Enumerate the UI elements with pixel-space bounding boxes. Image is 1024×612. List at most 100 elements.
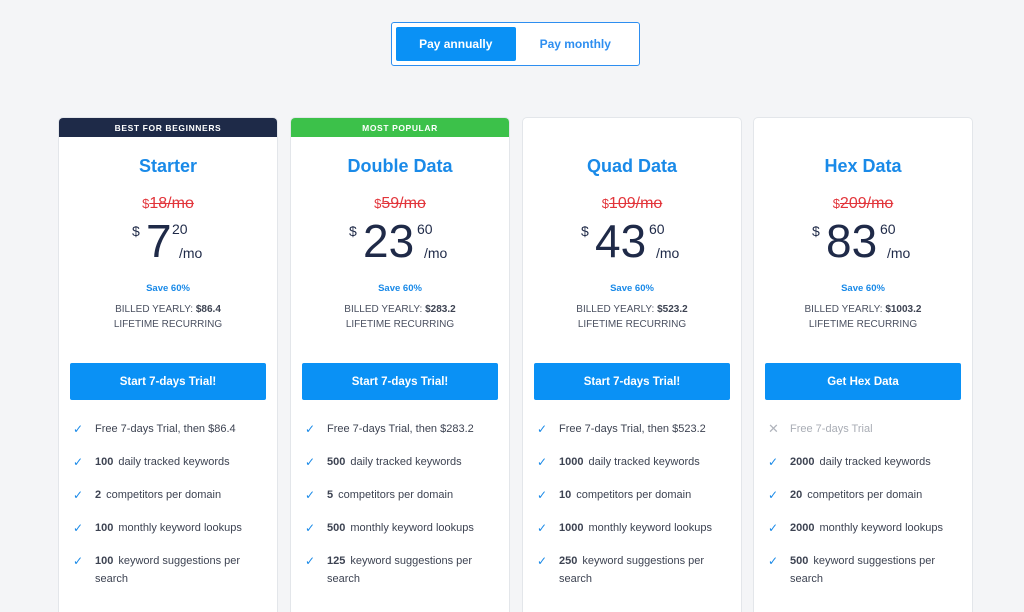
feature-text: 100 daily tracked keywords [95, 456, 230, 468]
feature-number: 500 [790, 555, 809, 567]
plan-name: Starter [138, 156, 198, 176]
feature-item: ✓ Free 7-days Trial, then $283.2 [305, 420, 499, 453]
feature-number: 100 [95, 555, 114, 567]
current-price: $ 43 60 /mo [523, 215, 741, 277]
feature-text: 500 daily tracked keywords [327, 456, 462, 468]
feature-item: ✓ Free 7-days Trial, then $523.2 [537, 420, 731, 453]
cross-icon: ✕ [768, 421, 779, 436]
billed-amount: $86.4 [195, 304, 221, 315]
old-price: $18/mo [59, 195, 277, 213]
billed-amount: $523.2 [657, 304, 688, 315]
check-icon: ✓ [768, 521, 779, 535]
price-currency: $ [581, 223, 589, 239]
old-price-currency: $ [601, 196, 609, 211]
feature-item: ✓ 2 competitors per domain [73, 486, 267, 519]
feature-text: 2000 daily tracked keywords [790, 456, 931, 468]
feature-number: 250 [559, 555, 578, 567]
plan-ribbon [523, 118, 741, 137]
feature-item: ✓ 20 competitors per domain [768, 486, 962, 519]
feature-list: ✓ Free 7-days Trial, then $283.2 ✓ 500 daily… [291, 420, 509, 585]
price-whole: 83 [826, 215, 878, 267]
check-icon: ✓ [537, 521, 548, 535]
recurring-label: LIFETIME RECURRING [345, 319, 455, 330]
current-price: $ 23 60 /mo [291, 215, 509, 277]
pay-monthly-button[interactable]: Pay monthly [516, 27, 636, 61]
feature-item: ✓ 500 daily tracked keywords [305, 453, 499, 486]
plan-name: Hex Data [824, 156, 902, 176]
feature-list: ✕ Free 7-days Trial ✓ 2000 daily tracked key… [754, 420, 972, 585]
feature-number: 2000 [790, 522, 815, 534]
check-icon: ✓ [305, 422, 316, 436]
feature-text: 20 competitors per domain [790, 489, 923, 501]
plan-cta-button[interactable]: Start 7-days Trial! [302, 363, 498, 400]
feature-text: 1000 daily tracked keywords [559, 456, 700, 468]
save-badge: Save 60% [841, 283, 885, 294]
billed-label: BILLED YEARLY: [576, 304, 655, 315]
current-price: $ 7 20 /mo [59, 215, 277, 277]
save-badge: Save 60% [610, 283, 654, 294]
price-cents: 20 [172, 221, 188, 237]
price-period: /mo [887, 245, 911, 261]
billing-info: BILLED YEARLY: $523.2 LIFETIME RECURRING [523, 302, 741, 332]
price-whole: 23 [363, 215, 415, 267]
check-icon: ✓ [73, 422, 84, 436]
feature-number: 1000 [559, 456, 584, 468]
check-icon: ✓ [73, 488, 84, 502]
feature-text: 100 keyword suggestions per search [95, 555, 241, 585]
price-currency: $ [349, 223, 357, 239]
plan-ribbon: BEST FOR BEGINNERS [59, 118, 277, 137]
feature-item: ✓ 500 keyword suggestions per search [768, 552, 962, 585]
check-icon: ✓ [768, 488, 779, 502]
plan-name: Quad Data [586, 156, 678, 176]
check-icon: ✓ [537, 455, 548, 469]
billed-label: BILLED YEARLY: [344, 304, 423, 315]
pay-annually-button[interactable]: Pay annually [396, 27, 516, 61]
check-icon: ✓ [305, 521, 316, 535]
save-badge: Save 60% [146, 283, 190, 294]
feature-text: Free 7-days Trial, then $523.2 [559, 423, 706, 435]
plan-cta-button[interactable]: Get Hex Data [765, 363, 961, 400]
price-whole: 43 [595, 215, 647, 267]
feature-text: 125 keyword suggestions per search [327, 555, 473, 585]
feature-number: 20 [790, 489, 803, 501]
check-icon: ✓ [537, 488, 548, 502]
billing-info: BILLED YEARLY: $283.2 LIFETIME RECURRING [291, 302, 509, 332]
feature-number: 2000 [790, 456, 815, 468]
recurring-label: LIFETIME RECURRING [808, 319, 918, 330]
feature-item: ✓ 10 competitors per domain [537, 486, 731, 519]
check-icon: ✓ [305, 455, 316, 469]
feature-text: Free 7-days Trial, then $86.4 [95, 423, 236, 435]
feature-item: ✓ 250 keyword suggestions per search [537, 552, 731, 585]
pricing-card-starter: BEST FOR BEGINNERS Starter $18/mo $ 7 20… [58, 117, 278, 612]
check-icon: ✓ [768, 554, 779, 568]
feature-item: ✕ Free 7-days Trial [768, 420, 962, 453]
check-icon: ✓ [305, 488, 316, 502]
feature-text: 1000 monthly keyword lookups [559, 522, 712, 534]
old-price-amount: 59/mo [381, 195, 426, 212]
feature-item: ✓ 500 monthly keyword lookups [305, 519, 499, 552]
feature-item: ✓ Free 7-days Trial, then $86.4 [73, 420, 267, 453]
plan-cta-button[interactable]: Start 7-days Trial! [70, 363, 266, 400]
price-period: /mo [424, 245, 448, 261]
price-period: /mo [656, 245, 680, 261]
check-icon: ✓ [73, 521, 84, 535]
feature-text: 100 monthly keyword lookups [95, 522, 242, 534]
pricing-card-hex-data: Hex Data $209/mo $ 83 60 /mo Save 60% BI… [753, 117, 973, 612]
check-icon: ✓ [305, 554, 316, 568]
check-icon: ✓ [537, 422, 548, 436]
feature-number: 5 [327, 489, 334, 501]
feature-list: ✓ Free 7-days Trial, then $523.2 ✓ 1000 dail… [523, 420, 741, 585]
feature-text: 2 competitors per domain [95, 489, 222, 501]
billed-amount: $1003.2 [885, 304, 922, 315]
old-price: $209/mo [754, 195, 972, 213]
billing-toggle: Pay annually Pay monthly [391, 22, 640, 66]
check-icon: ✓ [73, 455, 84, 469]
feature-number: 1000 [559, 522, 584, 534]
billing-info: BILLED YEARLY: $86.4 LIFETIME RECURRING [59, 302, 277, 332]
plan-cta-button[interactable]: Start 7-days Trial! [534, 363, 730, 400]
feature-number: 125 [327, 555, 346, 567]
feature-number: 10 [559, 489, 572, 501]
feature-number: 2 [95, 489, 102, 501]
old-price-amount: 109/mo [608, 195, 663, 212]
old-price: $109/mo [523, 195, 741, 213]
